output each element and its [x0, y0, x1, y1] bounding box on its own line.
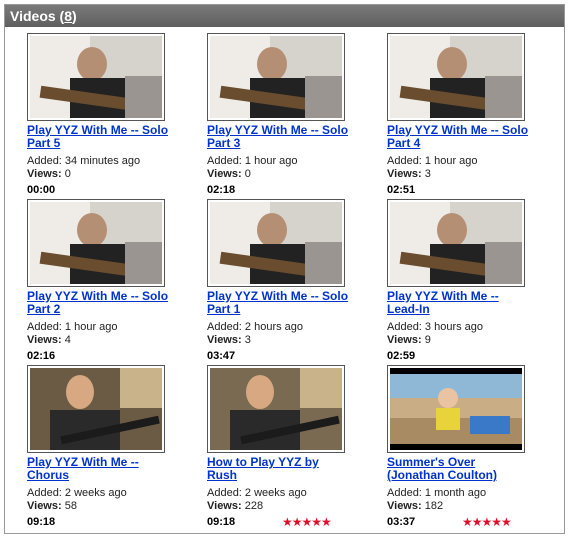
- video-card: Play YYZ With Me -- Solo Part 5 Added: 34…: [27, 33, 177, 197]
- view-count: Views: 3: [387, 168, 537, 181]
- views-label: Views:: [387, 500, 422, 512]
- video-card: Play YYZ With Me -- Chorus Added: 2 weeks…: [27, 365, 177, 529]
- view-count: Views: 0: [27, 168, 177, 181]
- star-rating: ★★★★★: [462, 515, 512, 529]
- views-label: Views:: [207, 334, 242, 346]
- video-duration: 02:59: [387, 350, 416, 362]
- view-count: Views: 228: [207, 500, 357, 513]
- views-label: Views:: [207, 168, 242, 180]
- videos-panel: Videos (8) Play YYZ With Me -- Solo Part…: [4, 4, 565, 534]
- view-count: Views: 58: [27, 500, 177, 513]
- video-title-link[interactable]: Play YYZ With Me -- Chorus: [27, 456, 172, 482]
- thumbnail-image: [390, 368, 522, 450]
- panel-header: Videos (8): [5, 5, 564, 27]
- thumbnail-image: [30, 202, 162, 284]
- thumbnail-image: [210, 368, 342, 450]
- added-date: Added: 2 weeks ago: [207, 487, 307, 499]
- video-thumbnail[interactable]: [207, 33, 345, 121]
- views-value: 4: [64, 334, 71, 346]
- views-value: 0: [64, 168, 71, 180]
- panel-title: Videos: [10, 8, 56, 24]
- video-title-link[interactable]: Play YYZ With Me -- Solo Part 4: [387, 124, 532, 150]
- view-count: Views: 182: [387, 500, 537, 513]
- added-date: Added: 1 hour ago: [207, 155, 298, 167]
- video-thumbnail[interactable]: [27, 199, 165, 287]
- views-label: Views:: [27, 500, 62, 512]
- video-title-link[interactable]: How to Play YYZ by Rush: [207, 456, 352, 482]
- added-date: Added: 2 hours ago: [207, 321, 304, 333]
- added-date: Added: 3 hours ago: [387, 321, 484, 333]
- video-card: Play YYZ With Me -- Solo Part 2 Added: 1 …: [27, 199, 177, 363]
- added-date: Added: 1 month ago: [387, 487, 487, 499]
- view-count: Views: 3: [207, 334, 357, 347]
- thumbnail-image: [210, 36, 342, 118]
- video-title-link[interactable]: Play YYZ With Me -- Solo Part 5: [27, 124, 172, 150]
- views-label: Views:: [387, 168, 422, 180]
- video-duration: 00:00: [27, 184, 56, 196]
- views-label: Views:: [27, 334, 62, 346]
- views-value: 0: [244, 168, 251, 180]
- video-thumbnail[interactable]: [387, 199, 525, 287]
- views-label: Views:: [207, 500, 242, 512]
- thumbnail-image: [30, 36, 162, 118]
- video-card: Play YYZ With Me -- Solo Part 3 Added: 1 …: [207, 33, 357, 197]
- video-card: Summer's Over (Jonathan Coulton) Added: 1…: [387, 365, 537, 529]
- video-title-link[interactable]: Play YYZ With Me -- Solo Part 1: [207, 290, 352, 316]
- video-duration: 02:51: [387, 184, 416, 196]
- video-thumbnail[interactable]: [387, 365, 525, 453]
- video-duration: 03:47: [207, 350, 236, 362]
- views-value: 228: [244, 500, 264, 512]
- views-value: 3: [424, 168, 431, 180]
- star-rating: ★★★★★: [282, 515, 332, 529]
- video-card: Play YYZ With Me -- Lead-In Added: 3 hour…: [387, 199, 537, 363]
- video-card: How to Play YYZ by Rush Added: 2 weeks ag…: [207, 365, 357, 529]
- thumbnail-image: [30, 368, 162, 450]
- views-value: 3: [244, 334, 251, 346]
- added-date: Added: 2 weeks ago: [27, 487, 127, 499]
- thumbnail-image: [390, 36, 522, 118]
- added-date: Added: 1 hour ago: [387, 155, 478, 167]
- views-label: Views:: [387, 334, 422, 346]
- view-count: Views: 4: [27, 334, 177, 347]
- video-title-link[interactable]: Play YYZ With Me -- Lead-In: [387, 290, 532, 316]
- thumbnail-image: [390, 202, 522, 284]
- video-duration: 09:18: [27, 516, 56, 528]
- views-value: 58: [64, 500, 77, 512]
- views-label: Views:: [27, 168, 62, 180]
- video-title-link[interactable]: Play YYZ With Me -- Solo Part 3: [207, 124, 352, 150]
- video-thumbnail[interactable]: [207, 199, 345, 287]
- view-count: Views: 0: [207, 168, 357, 181]
- video-thumbnail[interactable]: [387, 33, 525, 121]
- thumbnail-image: [210, 202, 342, 284]
- added-date: Added: 34 minutes ago: [27, 155, 141, 167]
- video-count-link[interactable]: 8: [64, 8, 72, 24]
- video-thumbnail[interactable]: [27, 365, 165, 453]
- video-duration: 02:16: [27, 350, 56, 362]
- views-value: 182: [424, 500, 444, 512]
- added-date: Added: 1 hour ago: [27, 321, 118, 333]
- video-title-link[interactable]: Play YYZ With Me -- Solo Part 2: [27, 290, 172, 316]
- view-count: Views: 9: [387, 334, 537, 347]
- video-card: Play YYZ With Me -- Solo Part 4 Added: 1 …: [387, 33, 537, 197]
- video-title-link[interactable]: Summer's Over (Jonathan Coulton): [387, 456, 532, 482]
- video-thumbnail[interactable]: [207, 365, 345, 453]
- video-thumbnail[interactable]: [27, 33, 165, 121]
- video-card: Play YYZ With Me -- Solo Part 1 Added: 2 …: [207, 199, 357, 363]
- video-duration: 02:18: [207, 184, 236, 196]
- views-value: 9: [424, 334, 431, 346]
